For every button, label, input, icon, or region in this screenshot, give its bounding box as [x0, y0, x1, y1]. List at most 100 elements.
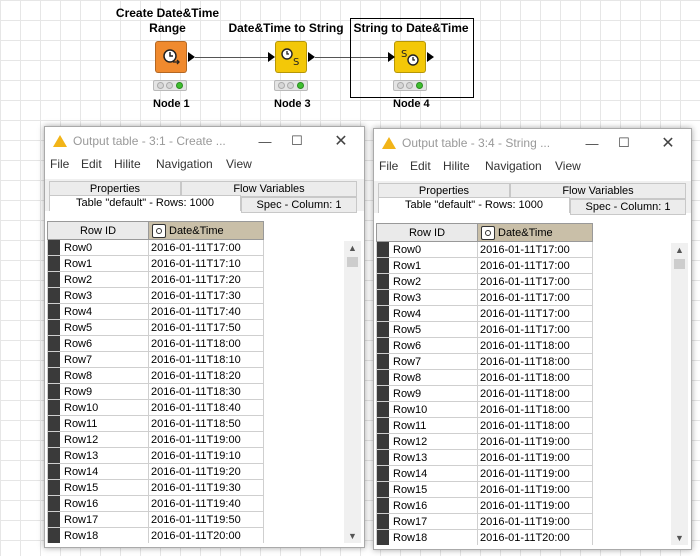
row-id-cell[interactable]: Row6 [376, 337, 478, 354]
table-row[interactable]: Row15 2016-01-11T19:00 [376, 481, 593, 498]
data-table[interactable]: Row ID Date&Time Row0 2016-01-11T17:00 Row… [47, 221, 344, 543]
table-row[interactable]: Row3 2016-01-11T17:30 [47, 287, 264, 304]
row-id-cell[interactable]: Row15 [47, 479, 149, 496]
tab-table-default[interactable]: Table "default" - Rows: 1000 [378, 197, 570, 213]
table-row[interactable]: Row18 2016-01-11T20:00 [376, 529, 593, 545]
table-row[interactable]: Row7 2016-01-11T18:10 [47, 351, 264, 368]
maximize-icon[interactable]: ☐ [285, 131, 309, 151]
datetime-cell[interactable]: 2016-01-11T19:40 [148, 495, 264, 512]
row-id-cell[interactable]: Row0 [376, 241, 478, 258]
table-row[interactable]: Row13 2016-01-11T19:10 [47, 447, 264, 464]
menu-navigation[interactable]: Navigation [156, 157, 213, 171]
row-id-cell[interactable]: Row3 [376, 289, 478, 306]
menu-hilite[interactable]: Hilite [114, 157, 141, 171]
datetime-cell[interactable]: 2016-01-11T18:40 [148, 399, 264, 416]
node-3-icon[interactable]: S [275, 41, 307, 73]
row-id-cell[interactable]: Row2 [376, 273, 478, 290]
row-id-cell[interactable]: Row14 [376, 465, 478, 482]
minimize-icon[interactable]: — [580, 133, 604, 153]
datetime-cell[interactable]: 2016-01-11T17:00 [477, 289, 593, 306]
table-row[interactable]: Row17 2016-01-11T19:50 [47, 511, 264, 528]
datetime-cell[interactable]: 2016-01-11T18:00 [477, 369, 593, 386]
row-id-cell[interactable]: Row10 [47, 399, 149, 416]
row-id-cell[interactable]: Row11 [376, 417, 478, 434]
vertical-scrollbar[interactable]: ▲ ▼ [671, 243, 688, 545]
table-row[interactable]: Row5 2016-01-11T17:00 [376, 321, 593, 338]
menu-file[interactable]: File [379, 159, 398, 173]
datetime-cell[interactable]: 2016-01-11T19:10 [148, 447, 264, 464]
row-id-cell[interactable]: Row18 [47, 527, 149, 543]
column-header-rowid[interactable]: Row ID [47, 221, 149, 240]
menu-view[interactable]: View [555, 159, 581, 173]
minimize-icon[interactable]: — [253, 131, 277, 151]
node-4-icon[interactable]: S [394, 41, 426, 73]
row-id-cell[interactable]: Row18 [376, 529, 478, 545]
row-id-cell[interactable]: Row1 [47, 255, 149, 272]
row-id-cell[interactable]: Row17 [376, 513, 478, 530]
table-row[interactable]: Row13 2016-01-11T19:00 [376, 449, 593, 466]
tab-table-default[interactable]: Table "default" - Rows: 1000 [49, 195, 241, 211]
menu-hilite[interactable]: Hilite [443, 159, 470, 173]
datetime-cell[interactable]: 2016-01-11T19:00 [477, 449, 593, 466]
table-row[interactable]: Row14 2016-01-11T19:00 [376, 465, 593, 482]
menu-edit[interactable]: Edit [81, 157, 102, 171]
datetime-cell[interactable]: 2016-01-11T17:00 [477, 273, 593, 290]
datetime-cell[interactable]: 2016-01-11T20:00 [477, 529, 593, 545]
row-id-cell[interactable]: Row9 [47, 383, 149, 400]
column-header-datetime[interactable]: Date&Time [148, 221, 264, 240]
table-row[interactable]: Row16 2016-01-11T19:00 [376, 497, 593, 514]
table-row[interactable]: Row17 2016-01-11T19:00 [376, 513, 593, 530]
data-table[interactable]: Row ID Date&Time Row0 2016-01-11T17:00 Row… [376, 223, 671, 545]
row-id-cell[interactable]: Row9 [376, 385, 478, 402]
datetime-cell[interactable]: 2016-01-11T20:00 [148, 527, 264, 543]
row-id-cell[interactable]: Row12 [376, 433, 478, 450]
table-row[interactable]: Row15 2016-01-11T19:30 [47, 479, 264, 496]
datetime-cell[interactable]: 2016-01-11T18:00 [477, 385, 593, 402]
tab-spec[interactable]: Spec - Column: 1 [570, 199, 686, 215]
datetime-cell[interactable]: 2016-01-11T17:00 [477, 321, 593, 338]
datetime-cell[interactable]: 2016-01-11T18:00 [477, 337, 593, 354]
datetime-cell[interactable]: 2016-01-11T19:20 [148, 463, 264, 480]
row-id-cell[interactable]: Row16 [376, 497, 478, 514]
row-id-cell[interactable]: Row13 [376, 449, 478, 466]
datetime-cell[interactable]: 2016-01-11T18:00 [148, 335, 264, 352]
tab-spec[interactable]: Spec - Column: 1 [241, 197, 357, 213]
node-3-in-port[interactable] [268, 52, 275, 62]
table-row[interactable]: Row8 2016-01-11T18:00 [376, 369, 593, 386]
node-4-in-port[interactable] [388, 52, 395, 62]
datetime-cell[interactable]: 2016-01-11T19:00 [477, 497, 593, 514]
datetime-cell[interactable]: 2016-01-11T18:10 [148, 351, 264, 368]
row-id-cell[interactable]: Row8 [47, 367, 149, 384]
datetime-cell[interactable]: 2016-01-11T17:00 [477, 241, 593, 258]
table-row[interactable]: Row4 2016-01-11T17:40 [47, 303, 264, 320]
datetime-cell[interactable]: 2016-01-11T17:40 [148, 303, 264, 320]
datetime-cell[interactable]: 2016-01-11T17:10 [148, 255, 264, 272]
row-id-cell[interactable]: Row5 [376, 321, 478, 338]
datetime-cell[interactable]: 2016-01-11T18:00 [477, 401, 593, 418]
table-row[interactable]: Row12 2016-01-11T19:00 [376, 433, 593, 450]
row-id-cell[interactable]: Row13 [47, 447, 149, 464]
maximize-icon[interactable]: ☐ [612, 133, 636, 153]
scroll-thumb[interactable] [674, 259, 685, 269]
row-id-cell[interactable]: Row7 [47, 351, 149, 368]
node-4-out-port[interactable] [427, 52, 434, 62]
row-id-cell[interactable]: Row12 [47, 431, 149, 448]
menu-view[interactable]: View [226, 157, 252, 171]
table-row[interactable]: Row0 2016-01-11T17:00 [47, 239, 264, 256]
scroll-thumb[interactable] [347, 257, 358, 267]
column-header-rowid[interactable]: Row ID [376, 223, 478, 242]
scroll-up-icon[interactable]: ▲ [344, 241, 361, 255]
node-3-out-port[interactable] [308, 52, 315, 62]
row-id-cell[interactable]: Row6 [47, 335, 149, 352]
table-row[interactable]: Row3 2016-01-11T17:00 [376, 289, 593, 306]
table-row[interactable]: Row10 2016-01-11T18:40 [47, 399, 264, 416]
row-id-cell[interactable]: Row4 [47, 303, 149, 320]
row-id-cell[interactable]: Row1 [376, 257, 478, 274]
datetime-cell[interactable]: 2016-01-11T17:20 [148, 271, 264, 288]
table-row[interactable]: Row18 2016-01-11T20:00 [47, 527, 264, 543]
table-row[interactable]: Row0 2016-01-11T17:00 [376, 241, 593, 258]
datetime-cell[interactable]: 2016-01-11T19:00 [477, 481, 593, 498]
table-row[interactable]: Row12 2016-01-11T19:00 [47, 431, 264, 448]
table-row[interactable]: Row11 2016-01-11T18:50 [47, 415, 264, 432]
datetime-cell[interactable]: 2016-01-11T17:30 [148, 287, 264, 304]
